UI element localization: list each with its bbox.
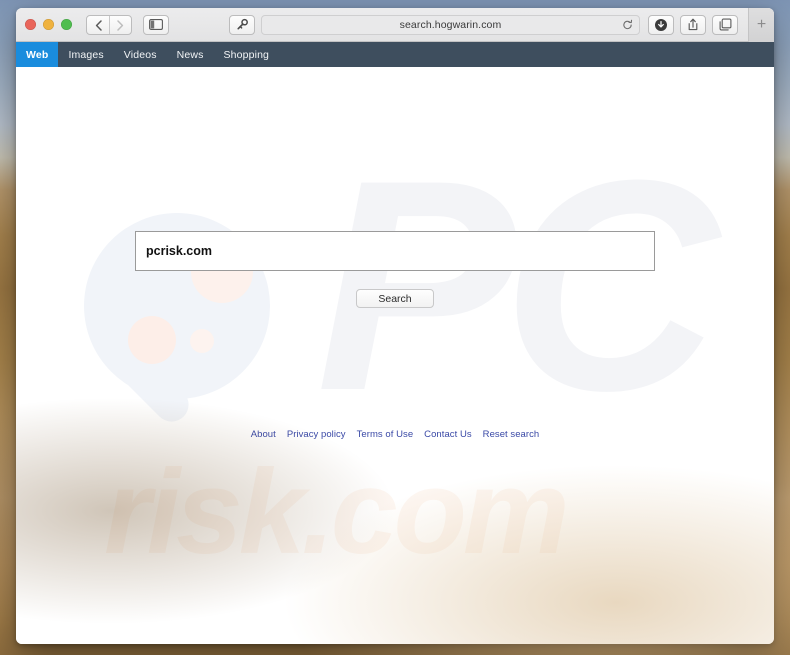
search-input[interactable] [146, 244, 644, 258]
desktop-background: search.hogwarin.com + Web Images Videos … [0, 0, 790, 655]
sidebar-icon [149, 19, 163, 30]
search-area: Search [16, 231, 774, 308]
nav-item-videos[interactable]: Videos [114, 42, 167, 67]
search-box[interactable] [135, 231, 655, 271]
footer-links: About Privacy policy Terms of Use Contac… [16, 429, 774, 440]
chevron-left-icon [95, 20, 102, 31]
footer-link-reset-search[interactable]: Reset search [483, 429, 540, 440]
navigation-buttons [86, 14, 132, 35]
toolbar-right-buttons: + [648, 8, 774, 42]
back-button[interactable] [87, 16, 109, 34]
tab-overview-button[interactable] [712, 14, 738, 35]
new-tab-button[interactable]: + [748, 8, 774, 42]
browser-toolbar: search.hogwarin.com + [16, 8, 774, 42]
zoom-window-button[interactable] [61, 19, 72, 30]
tab-overview-icon [719, 18, 731, 31]
footer-link-terms[interactable]: Terms of Use [357, 429, 414, 440]
passwords-button[interactable] [229, 14, 255, 35]
download-icon [655, 18, 667, 31]
share-icon [688, 18, 698, 31]
nav-item-news[interactable]: News [167, 42, 214, 67]
forward-button[interactable] [109, 15, 131, 34]
downloads-button[interactable] [648, 14, 674, 35]
site-navbar: Web Images Videos News Shopping [16, 42, 774, 67]
nav-item-web[interactable]: Web [16, 42, 59, 67]
footer-link-contact[interactable]: Contact Us [424, 429, 472, 440]
reload-button[interactable] [622, 19, 633, 30]
chevron-right-icon [117, 20, 124, 31]
domain-watermark-text: risk.com [104, 445, 570, 579]
search-button[interactable]: Search [356, 289, 434, 308]
key-icon [236, 18, 248, 30]
minimize-window-button[interactable] [43, 19, 54, 30]
show-sidebar-button[interactable] [143, 14, 169, 35]
browser-window: search.hogwarin.com + Web Images Videos … [16, 8, 774, 644]
page-content: PC risk.com Search About Privacy policy … [16, 67, 774, 644]
reload-icon [623, 19, 633, 29]
address-bar-url: search.hogwarin.com [399, 18, 502, 31]
nav-item-images[interactable]: Images [58, 42, 113, 67]
share-button[interactable] [680, 14, 706, 35]
window-controls [25, 19, 72, 30]
footer-link-about[interactable]: About [251, 429, 276, 440]
address-bar[interactable]: search.hogwarin.com [261, 14, 640, 35]
close-window-button[interactable] [25, 19, 36, 30]
footer-link-privacy[interactable]: Privacy policy [287, 429, 346, 440]
nav-item-shopping[interactable]: Shopping [213, 42, 279, 67]
